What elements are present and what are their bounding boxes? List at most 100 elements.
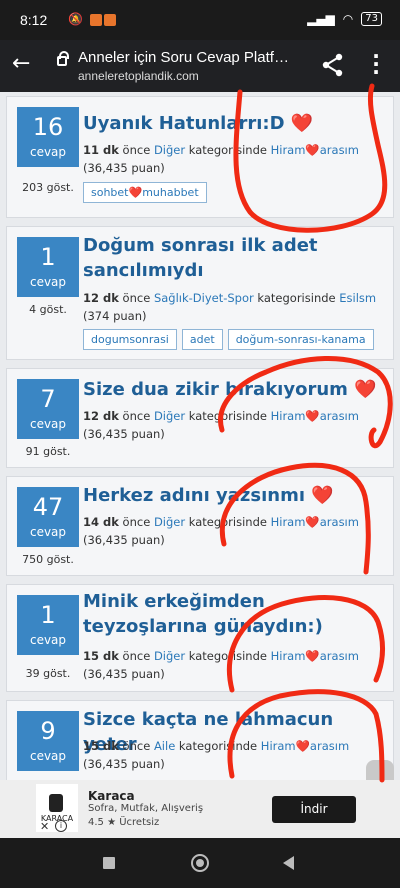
back-triangle-icon[interactable] [283, 856, 294, 870]
question-card[interactable]: 16 cevap 203 göst. Uyanık Hatunlarrı:D ❤… [6, 96, 394, 218]
answer-count: 1 [40, 243, 56, 271]
answer-label: cevap [29, 525, 67, 539]
tag[interactable]: dogumsonrasi [83, 329, 177, 350]
user-points: (36,435 puan) [83, 427, 165, 441]
answer-count-box[interactable]: 16 cevap [17, 107, 79, 167]
question-title[interactable]: Uyanık Hatunlarrı:D ❤️ [83, 111, 383, 136]
ad-rating: 4.5 ★ Ücretsiz [88, 817, 160, 828]
question-card[interactable]: 9 cevap Sizce kaçta ne lahmacun yeter 15… [6, 700, 394, 780]
question-meta: 11 dk önce Diğer kategorisinde Hiram❤️ar… [83, 143, 359, 175]
more-options-icon[interactable]: · · · [366, 46, 386, 82]
category-link[interactable]: Diğer [154, 143, 185, 157]
battery-icon: 73 [361, 12, 382, 26]
signal-icon: ▂▄▆ [307, 12, 335, 26]
question-card[interactable]: 1 cevap 4 göst. Doğum sonrası ilk adet s… [6, 226, 394, 360]
time-ago: 12 dk [83, 291, 119, 305]
answer-count: 1 [40, 601, 56, 629]
install-button[interactable]: İndir [272, 796, 356, 823]
ad-banner[interactable]: KARACA Karaca Sofra, Mutfak, Alışveriş 4… [0, 780, 400, 838]
answer-count: 16 [32, 113, 64, 141]
tag-list: sohbet❤️muhabbet [83, 182, 207, 203]
view-count: 750 göst. [22, 553, 74, 566]
question-meta: 12 dk önce Diğer kategorisinde Hiram❤️ar… [83, 409, 359, 441]
answer-count-box[interactable]: 1 cevap [17, 237, 79, 297]
question-list: 16 cevap 203 göst. Uyanık Hatunlarrı:D ❤… [0, 92, 400, 780]
home-icon[interactable] [191, 854, 209, 872]
category-link[interactable]: Diğer [154, 515, 185, 529]
question-meta: 15 dk önce Diğer kategorisinde Hiram❤️ar… [83, 649, 359, 681]
recents-icon[interactable] [103, 857, 115, 869]
answer-label: cevap [29, 145, 67, 159]
wifi-icon: ◠ [342, 12, 354, 26]
ad-brand: Karaca [88, 789, 135, 803]
view-count: 39 göst. [25, 667, 71, 680]
answer-count: 7 [40, 385, 56, 413]
user-link[interactable]: Hiram❤️arasım [271, 143, 359, 157]
time-ago: 15 dk [83, 739, 119, 753]
tag[interactable]: doğum-sonrası-kanama [227, 329, 374, 350]
question-title[interactable]: Herkez adını yazsınmı ❤️ [83, 483, 383, 508]
category-link[interactable]: Sağlık-Diyet-Spor [154, 291, 254, 305]
user-link[interactable]: Hiram❤️arasım [271, 409, 359, 423]
user-points: (374 puan) [83, 309, 147, 323]
user-link[interactable]: Esilsm [339, 291, 376, 305]
share-icon[interactable] [320, 52, 346, 78]
lock-icon[interactable] [57, 51, 69, 66]
notification-icons: 🔕 [68, 12, 116, 26]
clock: 8:12 [20, 12, 48, 28]
answer-label: cevap [29, 417, 67, 431]
question-title[interactable]: Size dua zikir bırakıyorum ❤️ [83, 377, 383, 402]
answer-count-box[interactable]: 9 cevap [17, 711, 79, 771]
app-notification-icon [89, 13, 102, 26]
question-title[interactable]: Doğum sonrası ilk adet sancılımıydı [83, 233, 383, 283]
category-link[interactable]: Diğer [154, 649, 185, 663]
user-points: (36,435 puan) [83, 161, 165, 175]
answer-count-box[interactable]: 7 cevap [17, 379, 79, 439]
page-url[interactable]: anneleretoplandik.com [78, 69, 199, 83]
view-count: 4 göst. [29, 303, 67, 316]
user-points: (36,435 puan) [83, 757, 165, 771]
user-link[interactable]: Hiram❤️arasım [271, 515, 359, 529]
time-ago: 12 dk [83, 409, 119, 423]
view-count: 203 göst. [22, 181, 74, 194]
app-notification-icon [103, 13, 116, 26]
user-link[interactable]: Hiram❤️arasım [261, 739, 349, 753]
question-card[interactable]: 47 cevap 750 göst. Herkez adını yazsınmı… [6, 476, 394, 576]
category-link[interactable]: Diğer [154, 409, 185, 423]
question-meta: 12 dk önce Sağlık-Diyet-Spor kategorisin… [83, 291, 377, 323]
answer-count-box[interactable]: 1 cevap [17, 595, 79, 655]
answer-label: cevap [29, 633, 67, 647]
user-points: (36,435 puan) [83, 667, 165, 681]
user-link[interactable]: Hiram❤️arasım [271, 649, 359, 663]
answer-label: cevap [29, 275, 67, 289]
question-title[interactable]: Minik erkeğimden teyzoşlarına günaydın:) [83, 589, 383, 639]
close-ad-icon[interactable]: ✕ [40, 820, 49, 833]
time-ago: 14 dk [83, 515, 119, 529]
view-count: 91 göst. [25, 445, 71, 458]
scroll-to-top-handle[interactable] [366, 760, 394, 780]
ad-info-icon[interactable]: i [55, 820, 67, 832]
page-title[interactable]: Anneler için Soru Cevap Platf… [78, 49, 303, 66]
status-bar: 8:12 🔕 ▂▄▆ ◠ 73 [0, 0, 400, 40]
tag[interactable]: adet [181, 329, 223, 350]
back-arrow-icon[interactable]: ← [12, 52, 30, 76]
system-icons: ▂▄▆ ◠ 73 [307, 12, 382, 26]
ad-category: Sofra, Mutfak, Alışveriş [88, 803, 204, 814]
question-card[interactable]: 1 cevap 39 göst. Minik erkeğimden teyzoş… [6, 584, 394, 692]
dog-logo-icon [49, 794, 63, 812]
time-ago: 15 dk [83, 649, 119, 663]
mute-icon: 🔕 [68, 12, 88, 26]
user-points: (36,435 puan) [83, 533, 165, 547]
answer-count: 47 [32, 493, 64, 521]
question-meta: 15 dk önce Aile kategorisinde Hiram❤️ara… [83, 739, 350, 771]
browser-toolbar: ← Anneler için Soru Cevap Platf… anneler… [0, 40, 400, 92]
answer-count-box[interactable]: 47 cevap [17, 487, 79, 547]
question-card[interactable]: 7 cevap 91 göst. Size dua zikir bırakıyo… [6, 368, 394, 468]
tag-list: dogumsonrasi adet doğum-sonrası-kanama [83, 329, 374, 350]
system-navigation-bar [0, 838, 400, 888]
time-ago: 11 dk [83, 143, 119, 157]
tag[interactable]: sohbet❤️muhabbet [83, 182, 207, 203]
answer-label: cevap [29, 749, 67, 763]
category-link[interactable]: Aile [154, 739, 175, 753]
answer-count: 9 [40, 717, 56, 745]
